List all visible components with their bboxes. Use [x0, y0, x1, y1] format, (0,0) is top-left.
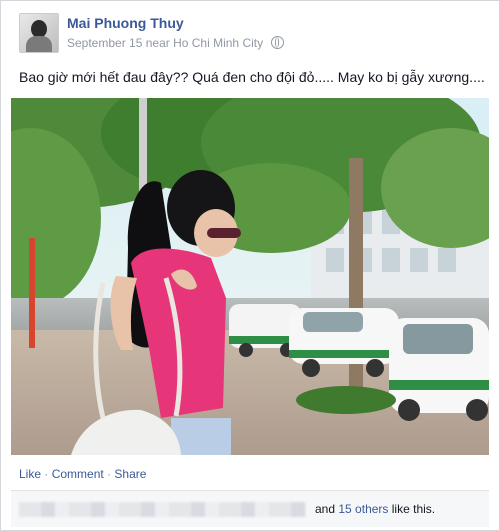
blurred-liker-names [19, 502, 306, 517]
post-date-link[interactable]: September 15 [67, 36, 142, 50]
likes-suffix: like this. [391, 502, 436, 516]
street-photo-illustration [11, 98, 489, 455]
action-separator: · [107, 467, 112, 481]
author-avatar[interactable] [19, 13, 59, 53]
comment-link[interactable]: Comment [52, 467, 104, 481]
others-link[interactable]: 15 others [338, 502, 388, 516]
likes-and-text: and [315, 502, 336, 516]
post-photo[interactable] [11, 98, 489, 455]
author-name-link[interactable]: Mai Phuong Thuy [67, 15, 184, 31]
likes-summary: and 15 others like this. [315, 502, 435, 516]
avatar-body-shape [26, 36, 52, 52]
action-separator: · [44, 467, 49, 481]
post-card: Mai Phuong Thuy September 15 near Ho Chi… [0, 0, 500, 531]
share-link[interactable]: Share [114, 467, 146, 481]
likes-bar: and 15 others like this. [11, 490, 489, 527]
globe-icon[interactable] [271, 36, 285, 49]
post-text: Bao giờ mới hết đau đây?? Quá đen cho độ… [19, 69, 485, 85]
post-meta: September 15 near Ho Chi Minh City [67, 36, 285, 50]
post-actions: Like · Comment · Share [19, 467, 146, 481]
like-link[interactable]: Like [19, 467, 41, 481]
post-location[interactable]: near Ho Chi Minh City [146, 36, 263, 50]
